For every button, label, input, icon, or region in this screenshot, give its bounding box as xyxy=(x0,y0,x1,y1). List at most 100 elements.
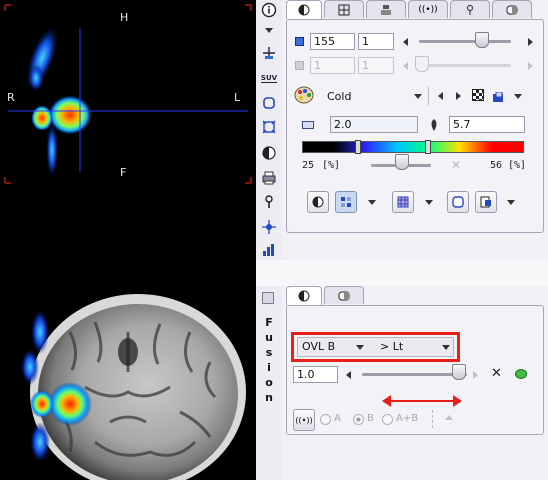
slider-range-arrow xyxy=(382,395,462,407)
radio-a xyxy=(320,414,331,425)
radio-b xyxy=(353,414,364,425)
fusion-reset-icon[interactable]: ✕ xyxy=(491,366,502,381)
frame-slider xyxy=(419,64,511,67)
orientation-label-right: L xyxy=(234,91,241,104)
percent-lower-unit: [%] xyxy=(322,160,341,171)
fusion-contrast-tab[interactable] xyxy=(286,286,322,305)
slice-icon xyxy=(295,37,304,46)
fusion-letter: i xyxy=(267,361,271,374)
status-indicator xyxy=(515,369,527,379)
frame-icon xyxy=(295,61,304,70)
colortable-select[interactable]: Cold xyxy=(327,90,351,103)
fusion-letter: F xyxy=(265,316,273,329)
broadcast-tab[interactable]: ((•)) xyxy=(408,0,448,18)
cursor-link-icon[interactable] xyxy=(259,217,279,237)
secondary-frame-field: 1 xyxy=(358,57,394,74)
radio-a-label: A xyxy=(334,413,341,424)
contrast-icon[interactable] xyxy=(259,143,279,163)
percent-upper-value: 56 xyxy=(490,160,503,171)
min-value-icon xyxy=(302,121,314,129)
secondary-slice-field: 1 xyxy=(310,57,355,74)
colorbar-lower-marker[interactable] xyxy=(355,140,361,154)
overlay-mode-select[interactable]: OVL B > Lt xyxy=(297,337,454,357)
image-controls-group: 155 1 1 1 Cold 2.0 5.7 25 [%] ✕ 56 [%] xyxy=(286,19,544,233)
overlay-settings-button[interactable] xyxy=(475,191,497,213)
invert-colortable-icon[interactable] xyxy=(472,89,484,101)
fusion-value-field[interactable]: 1.0 xyxy=(293,366,338,383)
orientation-label-bottom: F xyxy=(120,166,127,179)
pet-image-top xyxy=(4,4,252,184)
fusion-letter: n xyxy=(265,391,273,404)
layout-tab[interactable] xyxy=(324,0,364,18)
grid-button[interactable] xyxy=(392,191,414,213)
max-value-field[interactable]: 5.7 xyxy=(449,116,525,133)
percent-upper-unit: [%] xyxy=(508,160,527,171)
fusion-next-icon xyxy=(473,371,478,379)
max-value-icon xyxy=(428,117,440,136)
fusion-control-panel: OVL B > Lt 1.0 ✕ ((•)) A B A+B xyxy=(282,286,548,480)
slice-next-icon[interactable] xyxy=(528,38,533,46)
fusion-slider-knob[interactable] xyxy=(452,364,466,380)
overlay-settings-dropdown-icon[interactable] xyxy=(507,200,515,205)
frame-prev-icon xyxy=(403,62,408,70)
zoom-fit-icon[interactable] xyxy=(259,117,279,137)
colorbar xyxy=(302,141,524,153)
percent-reset-icon[interactable]: ✕ xyxy=(451,158,461,172)
direction-dropdown-icon[interactable] xyxy=(442,345,450,350)
contrast-tab[interactable] xyxy=(286,0,322,19)
slice-field[interactable]: 155 xyxy=(310,33,355,50)
slice-slider-knob[interactable] xyxy=(475,32,489,48)
vertical-toolbar: SUV xyxy=(256,0,282,260)
crosshair-icon[interactable] xyxy=(259,43,279,63)
radio-ab-label: A+B xyxy=(396,413,419,424)
probe-tab[interactable] xyxy=(450,0,490,18)
collapse-icon xyxy=(445,415,453,420)
dropdown-icon[interactable] xyxy=(259,21,279,41)
contrast-mode-button[interactable] xyxy=(307,191,329,213)
colortable-options-icon[interactable] xyxy=(493,89,509,108)
colortable-dropdown-icon[interactable] xyxy=(414,94,422,99)
image-viewport-bottom[interactable] xyxy=(0,292,256,480)
frame-slider-knob xyxy=(415,56,429,72)
colortable-options-dropdown-icon[interactable] xyxy=(514,94,522,99)
percent-slider-knob[interactable] xyxy=(395,154,409,170)
direction-select[interactable]: > Lt xyxy=(380,340,403,353)
fusion-image xyxy=(21,294,246,480)
slice-prev-icon[interactable] xyxy=(403,38,408,46)
slice-slider[interactable] xyxy=(419,40,511,43)
fusion-letter: u xyxy=(265,331,273,344)
fusion-controls-group: OVL B > Lt 1.0 ✕ ((•)) A B A+B xyxy=(286,305,544,435)
settings-tab[interactable] xyxy=(492,0,532,18)
percent-lower-value: 25 xyxy=(302,160,315,171)
fusion-settings-tab[interactable] xyxy=(324,286,364,304)
colorbar-upper-marker[interactable] xyxy=(425,140,431,154)
fusion-letter: s xyxy=(265,346,273,359)
broadcast-button[interactable]: ((•)) xyxy=(293,409,315,431)
histogram-icon[interactable] xyxy=(259,240,279,260)
fusion-toggle-checkbox[interactable] xyxy=(262,292,274,304)
fusion-letter: o xyxy=(265,376,273,389)
min-value-field[interactable]: 2.0 xyxy=(330,116,418,133)
probe-icon[interactable] xyxy=(259,192,279,212)
grid-dropdown-icon[interactable] xyxy=(425,200,433,205)
colortable-next-icon[interactable] xyxy=(456,92,461,100)
frame-field[interactable]: 1 xyxy=(358,33,394,50)
info-icon[interactable] xyxy=(259,0,279,20)
sync-tab[interactable] xyxy=(366,0,406,18)
print-icon[interactable] xyxy=(259,168,279,188)
roi-icon[interactable] xyxy=(259,93,279,113)
fusion-prev-icon[interactable] xyxy=(346,371,351,379)
orientation-label-left: R xyxy=(7,91,15,104)
palette-icon[interactable] xyxy=(294,86,314,108)
colortable-prev-icon[interactable] xyxy=(438,92,443,100)
interpolation-button[interactable] xyxy=(335,191,357,213)
image-control-panel: ((•)) 155 1 1 1 Cold 2.0 5.7 25 [%] ✕ 56… xyxy=(282,0,548,260)
interpolation-dropdown-icon[interactable] xyxy=(368,200,376,205)
orientation-label-top: H xyxy=(120,11,129,24)
image-viewport-top[interactable]: H R L F xyxy=(0,0,256,292)
roi-mode-button[interactable] xyxy=(447,191,469,213)
panel-separator xyxy=(256,260,548,286)
suv-icon[interactable]: SUV xyxy=(259,68,279,88)
radio-ab xyxy=(382,414,393,425)
frame-next-icon xyxy=(528,62,533,70)
